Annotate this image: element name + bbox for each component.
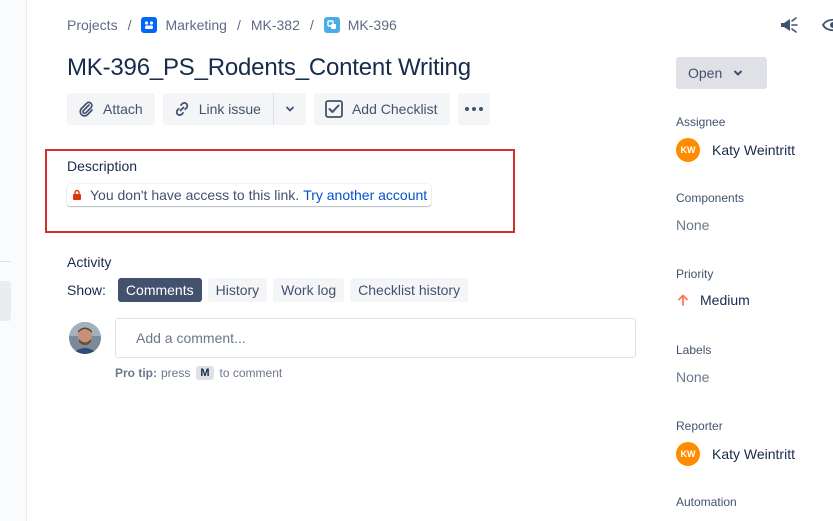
link-issue-button-label: Link issue bbox=[198, 101, 261, 117]
issue-toolbar: Attach Link issue Add Checklist bbox=[67, 93, 490, 125]
tab-checklist-history[interactable]: Checklist history bbox=[350, 278, 469, 302]
rail-collapsed-item[interactable] bbox=[0, 281, 11, 321]
add-checklist-button[interactable]: Add Checklist bbox=[313, 93, 450, 125]
activity-heading: Activity bbox=[67, 254, 112, 270]
issue-header-actions bbox=[778, 14, 833, 41]
priority-value[interactable]: Medium bbox=[676, 292, 750, 308]
keyboard-shortcut-key: M bbox=[196, 366, 214, 380]
reporter-name: Katy Weintritt bbox=[712, 446, 795, 462]
attach-button-label: Attach bbox=[103, 101, 143, 117]
rail-divider bbox=[0, 261, 11, 262]
assignee-value[interactable]: KW Katy Weintritt bbox=[676, 138, 795, 162]
no-access-text: You don't have access to this link. bbox=[90, 187, 300, 203]
feedback-megaphone-icon[interactable] bbox=[778, 14, 800, 41]
priority-label: Priority bbox=[676, 267, 714, 281]
subtask-icon bbox=[323, 17, 340, 33]
status-dropdown-button[interactable]: Open bbox=[676, 57, 767, 89]
breadcrumb-separator: / bbox=[127, 17, 132, 33]
more-actions-button[interactable] bbox=[457, 93, 490, 125]
assignee-label: Assignee bbox=[676, 115, 726, 129]
breadcrumb-current-issue-label: MK-396 bbox=[347, 17, 397, 33]
automation-label: Automation bbox=[676, 495, 737, 509]
add-checklist-button-label: Add Checklist bbox=[351, 101, 438, 117]
breadcrumb-parent-issue[interactable]: MK-382 bbox=[251, 17, 300, 33]
reporter-value[interactable]: KW Katy Weintritt bbox=[676, 442, 795, 466]
checkbox-checked-icon bbox=[325, 100, 343, 118]
arrow-up-priority-icon bbox=[678, 294, 688, 306]
tab-work-log[interactable]: Work log bbox=[273, 278, 345, 302]
watch-eye-icon[interactable] bbox=[821, 14, 833, 41]
left-nav-rail bbox=[0, 0, 27, 521]
more-dots-icon bbox=[471, 107, 476, 111]
chevron-down-icon bbox=[734, 70, 743, 76]
more-dots-icon bbox=[478, 107, 483, 111]
more-dots-icon bbox=[464, 107, 469, 111]
current-user-avatar bbox=[69, 322, 101, 354]
breadcrumb: Projects / Marketing / MK-382 / MK-396 bbox=[67, 14, 397, 36]
pro-tip-press: press bbox=[161, 366, 191, 380]
components-label: Components bbox=[676, 191, 745, 205]
add-comment-input[interactable]: Add a comment... bbox=[115, 318, 636, 358]
chevron-down-icon bbox=[286, 106, 294, 112]
issue-title[interactable]: MK-396_PS_Rodents_Content Writing bbox=[67, 54, 471, 82]
paperclip-icon bbox=[79, 101, 93, 117]
inline-link-card[interactable]: You don't have access to this link. Try … bbox=[67, 184, 432, 206]
breadcrumb-separator: / bbox=[236, 17, 241, 33]
attach-button[interactable]: Attach bbox=[67, 93, 155, 125]
reporter-avatar: KW bbox=[676, 442, 700, 466]
breadcrumb-separator: / bbox=[309, 17, 314, 33]
tab-history[interactable]: History bbox=[207, 278, 268, 302]
assignee-name: Katy Weintritt bbox=[712, 142, 795, 158]
link-issue-dropdown-button[interactable] bbox=[274, 93, 306, 125]
pro-tip: Pro tip: press M to comment bbox=[115, 366, 282, 380]
labels-value[interactable]: None bbox=[676, 369, 709, 385]
breadcrumb-projects[interactable]: Projects bbox=[67, 17, 118, 33]
reporter-label: Reporter bbox=[676, 419, 723, 433]
link-icon bbox=[175, 102, 188, 116]
breadcrumb-current-issue[interactable]: MK-396 bbox=[323, 17, 397, 33]
tab-comments[interactable]: Comments bbox=[117, 278, 202, 302]
assignee-avatar: KW bbox=[676, 138, 700, 162]
project-avatar-icon bbox=[141, 17, 158, 33]
show-label: Show: bbox=[67, 282, 106, 298]
breadcrumb-project[interactable]: Marketing bbox=[141, 17, 227, 33]
description-heading: Description bbox=[67, 158, 138, 174]
try-another-account-link[interactable]: Try another account bbox=[303, 187, 427, 203]
labels-label: Labels bbox=[676, 343, 712, 357]
components-value[interactable]: None bbox=[676, 217, 709, 233]
status-label: Open bbox=[688, 65, 723, 81]
pro-tip-suffix: to comment bbox=[219, 366, 283, 380]
priority-name: Medium bbox=[700, 292, 750, 308]
link-issue-button[interactable]: Link issue bbox=[163, 93, 273, 125]
link-issue-split-button: Link issue bbox=[162, 93, 306, 125]
activity-filter: Show: Comments History Work log Checklis… bbox=[67, 278, 469, 302]
pro-tip-prefix: Pro tip: bbox=[115, 366, 157, 380]
lock-icon bbox=[73, 189, 81, 200]
breadcrumb-project-label: Marketing bbox=[165, 17, 227, 33]
